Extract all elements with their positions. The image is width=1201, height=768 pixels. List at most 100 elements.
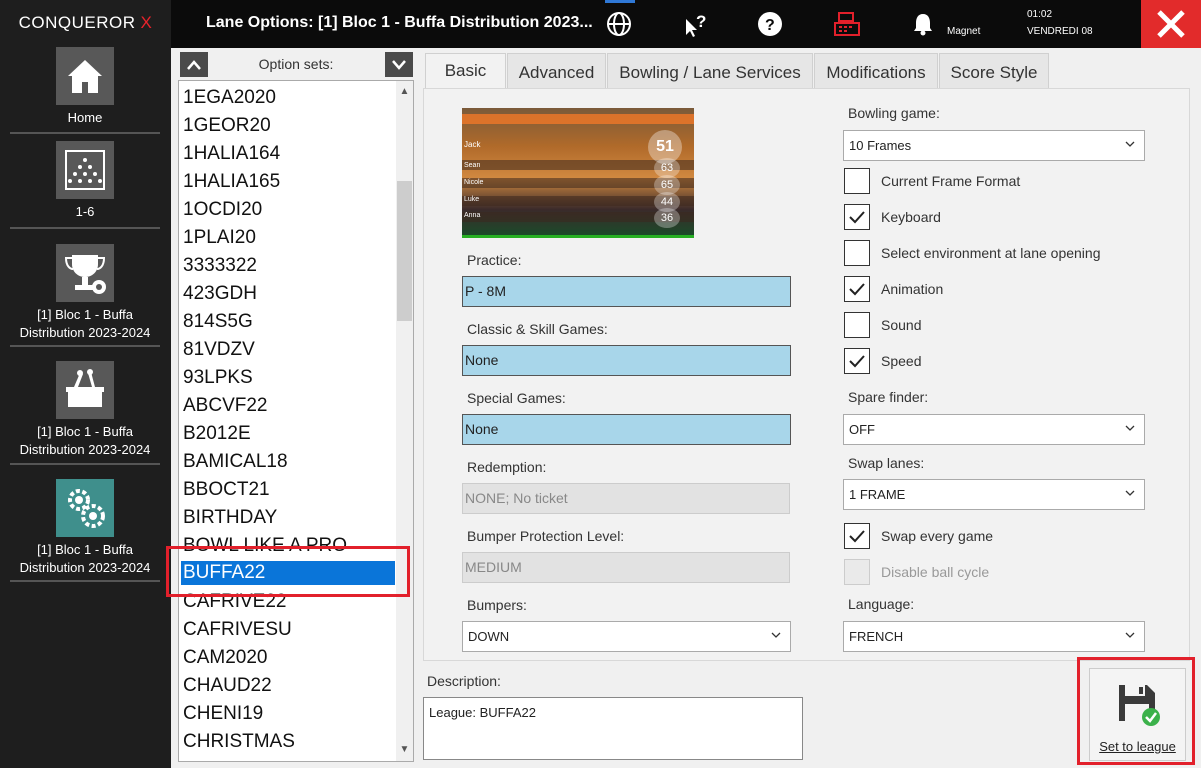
cash-register-icon[interactable]	[831, 8, 863, 40]
chevron-down-icon	[1125, 632, 1135, 638]
classic-games-field[interactable]: None	[462, 345, 791, 376]
close-icon	[1157, 10, 1185, 38]
scroll-up-button[interactable]	[180, 52, 208, 77]
bumpers-label: Bumpers:	[467, 597, 527, 613]
list-item[interactable]: 1EGA2020	[181, 86, 395, 110]
list-item[interactable]: BBOCT21	[181, 478, 395, 502]
description-field[interactable]: League: BUFFA22	[423, 697, 803, 760]
special-games-label: Special Games:	[467, 390, 566, 406]
list-item[interactable]: 1OCDI20	[181, 198, 395, 222]
list-item[interactable]: 423GDH	[181, 282, 395, 306]
sidebar-item-home[interactable]: Home	[10, 47, 160, 134]
list-item[interactable]: 1GEOR20	[181, 114, 395, 138]
close-button[interactable]	[1141, 0, 1201, 48]
preview-score: 36	[654, 208, 680, 228]
app-logo: CONQUEROR X	[0, 0, 171, 46]
score-preview-image: 51 63 65 44 36 Jack Sean Nicole Luke Ann…	[462, 108, 694, 238]
swap-lanes-dropdown[interactable]: 1 FRAME	[843, 479, 1145, 510]
redemption-label: Redemption:	[467, 459, 547, 475]
tab-modifications[interactable]: Modifications	[814, 53, 938, 89]
description-label: Description:	[427, 673, 501, 689]
list-item[interactable]: CHENI19	[181, 702, 395, 726]
bell-icon[interactable]	[907, 8, 939, 40]
tab-basic[interactable]: Basic	[425, 53, 506, 89]
bumpers-value: DOWN	[468, 629, 510, 644]
scroll-thumb[interactable]	[397, 181, 412, 321]
sidebar-item-league[interactable]: [1] Bloc 1 - Buffa Distribution 2023-202…	[10, 244, 160, 347]
select-environment-checkbox[interactable]	[844, 240, 870, 266]
spare-finder-dropdown[interactable]: OFF	[843, 414, 1145, 445]
list-item[interactable]: 1HALIA164	[181, 142, 395, 166]
gears-icon	[56, 479, 114, 537]
swap-lanes-value: 1 FRAME	[849, 487, 906, 502]
preview-player: Sean	[464, 162, 481, 169]
list-item[interactable]: B2012E	[181, 422, 395, 446]
checkmark-icon	[849, 211, 865, 224]
scroll-up-arrow-icon[interactable]: ▲	[396, 83, 413, 100]
list-item[interactable]: 1HALIA165	[181, 170, 395, 194]
swap-every-game-label: Swap every game	[881, 528, 994, 544]
swap-lanes-label: Swap lanes:	[848, 455, 925, 471]
list-item[interactable]: 93LPKS	[181, 366, 395, 390]
list-item[interactable]: CAM2020	[181, 646, 395, 670]
sidebar-item-label: [1] Bloc 1 - Buffa Distribution 2023-202…	[19, 424, 151, 457]
list-item[interactable]: BIRTHDAY	[181, 506, 395, 530]
svg-text:?: ?	[765, 17, 775, 34]
scroll-down-arrow-icon[interactable]: ▼	[396, 741, 413, 758]
list-item[interactable]: ABCVF22	[181, 394, 395, 418]
list-item[interactable]: CHAUD22	[181, 674, 395, 698]
language-label: Language:	[848, 596, 915, 612]
sidebar-item-lane-options[interactable]: [1] Bloc 1 - Buffa Distribution 2023-202…	[10, 479, 160, 582]
clock-date: VENDREDI 08	[1027, 26, 1093, 37]
sidebar-item-tools[interactable]: [1] Bloc 1 - Buffa Distribution 2023-202…	[10, 361, 160, 465]
chevron-down-icon	[392, 59, 406, 70]
sidebar-item-lanes[interactable]: 1-6	[10, 141, 160, 229]
help-icon[interactable]: ?	[754, 8, 786, 40]
keyboard-checkbox[interactable]	[844, 204, 870, 230]
disable-ball-cycle-label: Disable ball cycle	[881, 564, 990, 580]
practice-field[interactable]: P - 8M	[462, 276, 791, 307]
top-bar: Lane Options: [1] Bloc 1 - Buffa Distrib…	[171, 0, 1201, 48]
language-value: FRENCH	[849, 629, 904, 644]
page-title: Lane Options: [1] Bloc 1 - Buffa Distrib…	[206, 14, 593, 31]
preview-player: Luke	[464, 196, 480, 203]
bumpers-dropdown[interactable]: DOWN	[462, 621, 791, 652]
bowling-game-dropdown[interactable]: 10 Frames	[843, 130, 1145, 161]
option-sets-label: Option sets:	[258, 56, 334, 72]
special-games-field[interactable]: None	[462, 414, 791, 445]
bowling-game-label: Bowling game:	[848, 105, 940, 121]
tab-score-style[interactable]: Score Style	[939, 53, 1049, 89]
spare-finder-label: Spare finder:	[848, 389, 929, 405]
sound-checkbox[interactable]	[844, 312, 870, 338]
list-item[interactable]: 81VDZV	[181, 338, 395, 362]
list-item[interactable]: 3333322	[181, 254, 395, 278]
list-item[interactable]: CHRISTMAS	[181, 730, 395, 754]
sound-label: Sound	[881, 317, 922, 333]
tab-bowling-lane-services[interactable]: Bowling / Lane Services	[607, 53, 813, 89]
language-dropdown[interactable]: FRENCH	[843, 621, 1145, 652]
swap-every-game-checkbox[interactable]	[844, 523, 870, 549]
sidebar-item-label: [1] Bloc 1 - Buffa Distribution 2023-202…	[19, 307, 151, 340]
list-scrollbar[interactable]: ▲ ▼	[396, 81, 413, 761]
svg-text:?: ?	[696, 12, 706, 31]
animation-checkbox[interactable]	[844, 276, 870, 302]
spare-finder-value: OFF	[849, 422, 875, 437]
preview-player: Nicole	[464, 179, 484, 186]
globe-icon[interactable]	[603, 8, 635, 40]
selection-highlight	[166, 546, 410, 597]
help-pointer-icon[interactable]: ?	[679, 8, 711, 40]
list-item[interactable]: CAFRIVESU	[181, 618, 395, 642]
list-item[interactable]: 814S5G	[181, 310, 395, 334]
scroll-down-button[interactable]	[385, 52, 413, 77]
current-frame-format-label: Current Frame Format	[881, 173, 1021, 189]
current-frame-format-checkbox[interactable]	[844, 168, 870, 194]
trophy-gear-icon	[56, 244, 114, 302]
option-sets-list[interactable]: 1EGA2020 1GEOR20 1HALIA164 1HALIA165 1OC…	[178, 80, 414, 762]
tab-advanced[interactable]: Advanced	[507, 53, 606, 89]
list-item[interactable]: 1PLAI20	[181, 226, 395, 250]
practice-label: Practice:	[467, 252, 522, 268]
speed-checkbox[interactable]	[844, 348, 870, 374]
list-item[interactable]: BAMICAL18	[181, 450, 395, 474]
checkmark-icon	[849, 530, 865, 543]
toolbox-icon	[56, 361, 114, 419]
